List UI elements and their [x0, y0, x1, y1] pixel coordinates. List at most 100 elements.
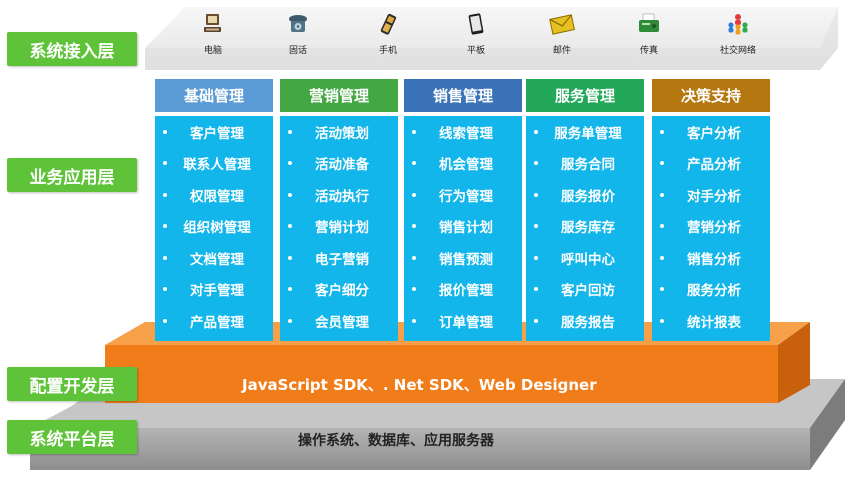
- access-item: 手机: [353, 12, 423, 56]
- module-item: 会员管理: [280, 305, 398, 337]
- telephone-icon: [263, 12, 333, 40]
- social-network-icon: [703, 12, 773, 40]
- access-item: 平板: [441, 12, 511, 56]
- module-item-label: 文档管理: [190, 251, 244, 268]
- module-item-label: 活动策划: [315, 125, 369, 142]
- module-item: 统计报表: [652, 305, 770, 337]
- module-item-label: 服务单管理: [554, 125, 622, 142]
- module-item-label: 产品分析: [687, 157, 741, 174]
- module-item: 线索管理: [404, 116, 522, 148]
- module-item-label: 联系人管理: [183, 157, 251, 174]
- access-item-label: 邮件: [552, 46, 571, 56]
- module-item-label: 对手管理: [190, 283, 244, 300]
- module-item-label: 统计报表: [687, 314, 741, 331]
- module-body: 客户分析产品分析对手分析营销分析 销售分析服务分析统计报表: [652, 116, 770, 341]
- module-item: 产品管理: [155, 305, 273, 337]
- module-item: 组织树管理: [155, 211, 273, 243]
- module-item: 报价管理: [404, 274, 522, 306]
- access-item-label: 社交网络: [719, 46, 756, 56]
- module-body: 线索管理机会管理行为管理销售计划销售预测报价管理订单管理: [404, 116, 522, 341]
- module-item-label: 会员管理: [315, 314, 369, 331]
- module-item: 呼叫中心: [526, 242, 644, 274]
- module-column: 服务管理 服务单管理 服务合同 服务报价 服务库存 呼叫中心 客户回访 服务报告: [526, 79, 644, 341]
- module-item: 客户回访: [526, 274, 644, 306]
- module-item: 活动执行: [280, 179, 398, 211]
- module-item: 客户管理: [155, 116, 273, 148]
- module-item: 订单管理: [404, 305, 522, 337]
- access-item-label: 平板: [466, 46, 485, 56]
- module-body: 服务单管理服务合同服务报价服务库存呼叫中心客户回访服务报告: [526, 116, 644, 341]
- computer-icon: [178, 12, 248, 40]
- module-item-label: 客户分析: [687, 125, 741, 142]
- module-item-label: 电子营销: [315, 251, 369, 268]
- module-column: 营销管理活动策划活动准备活动执行营销计划电子营销客户细分会员管理: [280, 79, 398, 341]
- module-item-label: 行为管理: [439, 188, 493, 205]
- module-item: 营销计划: [280, 211, 398, 243]
- module-item-label: 对手分析: [687, 188, 741, 205]
- access-item: 电脑: [178, 12, 248, 56]
- module-item-label: 活动执行: [315, 188, 369, 205]
- access-item-label: 传真: [639, 46, 658, 56]
- module-item: 销售分析: [652, 242, 770, 274]
- layer-label-business: 业务应用层: [7, 158, 137, 192]
- module-item-label: 订单管理: [439, 314, 493, 331]
- module-item-label: 组织树管理: [183, 220, 251, 237]
- module-item: 营销分析: [652, 211, 770, 243]
- access-item: 固话: [263, 12, 333, 56]
- module-item: 服务报价: [526, 179, 644, 211]
- module-item-label: 活动准备: [315, 157, 369, 174]
- module-item-label: 客户细分: [315, 283, 369, 300]
- module-column: 基础管理客户管理联系人管理权限管理组织树管理文档管理对手管理产品管理: [155, 79, 273, 341]
- access-item-label: 手机: [378, 46, 397, 56]
- module-item-label: 营销计划: [315, 220, 369, 237]
- module-item: 客户分析: [652, 116, 770, 148]
- fax-icon: [614, 12, 684, 40]
- layer-label-access: 系统接入层: [7, 32, 137, 66]
- module-item-label: 服务报告: [561, 314, 615, 331]
- access-item: 邮件: [527, 12, 597, 56]
- module-item-label: 销售预测: [439, 251, 493, 268]
- layer-label-platform: 系统平台层: [7, 420, 137, 454]
- module-item: 服务合同: [526, 148, 644, 180]
- module-item-label: 客户管理: [190, 125, 244, 142]
- access-item: 传真: [614, 12, 684, 56]
- access-item: 社交网络: [703, 12, 773, 56]
- module-item-label: 客户回访: [561, 283, 615, 300]
- module-item-label: 产品管理: [190, 314, 244, 331]
- tablet-icon: [441, 12, 511, 40]
- module-item: 文档管理: [155, 242, 273, 274]
- config-slab-text: JavaScript SDK、. Net SDK、Web Designer: [242, 376, 597, 394]
- module-item: 活动准备: [280, 148, 398, 180]
- module-title: 销售管理: [404, 79, 522, 112]
- module-item: 电子营销: [280, 242, 398, 274]
- module-item-label: 服务分析: [687, 283, 741, 300]
- layer-label-config: 配置开发层: [7, 367, 137, 401]
- module-item: 行为管理: [404, 179, 522, 211]
- module-item-label: 报价管理: [439, 283, 493, 300]
- module-item: 客户细分: [280, 274, 398, 306]
- access-item-label: 固话: [288, 46, 307, 56]
- module-item: 活动策划: [280, 116, 398, 148]
- module-item: 服务分析: [652, 274, 770, 306]
- module-item-label: 权限管理: [190, 188, 244, 205]
- module-column: 销售管理线索管理机会管理行为管理销售计划销售预测报价管理订单管理: [404, 79, 522, 341]
- module-title: 基础管理: [155, 79, 273, 112]
- module-item-label: 服务库存: [561, 220, 615, 237]
- platform-slab-text: 操作系统、数据库、应用服务器: [298, 433, 494, 449]
- module-item: 对手分析: [652, 179, 770, 211]
- module-item-label: 销售计划: [439, 220, 493, 237]
- module-item: 服务单管理: [526, 116, 644, 148]
- module-item: 对手管理: [155, 274, 273, 306]
- mail-icon: [527, 12, 597, 40]
- module-column: 决策支持 客户分析 产品分析 对手分析 营销分析 销售分析 服务分析 统计报表: [652, 79, 770, 341]
- module-item: 销售预测: [404, 242, 522, 274]
- module-item: 机会管理: [404, 148, 522, 180]
- module-item-label: 线索管理: [439, 125, 493, 142]
- module-item-label: 服务合同: [561, 157, 615, 174]
- module-item: 联系人管理: [155, 148, 273, 180]
- module-item-label: 机会管理: [439, 157, 493, 174]
- module-item: 服务库存: [526, 211, 644, 243]
- mobile-phone-icon: [353, 12, 423, 40]
- module-title: 营销管理: [280, 79, 398, 112]
- module-body: 客户管理联系人管理权限管理组织树管理文档管理对手管理产品管理: [155, 116, 273, 341]
